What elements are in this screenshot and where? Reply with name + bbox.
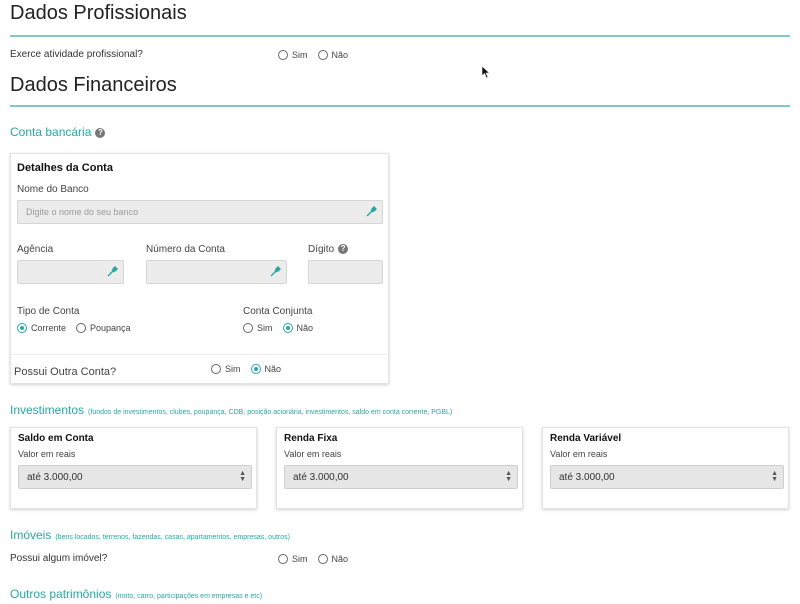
conta-bancaria-card: Detalhes da Conta Nome do Banco Digite o… <box>10 153 390 384</box>
radio-circle[interactable] <box>76 323 87 333</box>
investimento-card-saldo: Saldo em Conta Valor em reais até 3.000,… <box>10 427 257 509</box>
card-title-renda-variavel: Renda Variável <box>550 433 622 444</box>
radio-conjunta-nao[interactable]: Não <box>282 323 313 333</box>
label-valor: Valor em reais <box>550 449 608 459</box>
radio-circle[interactable] <box>278 554 288 564</box>
radio-outra-nao[interactable]: Não <box>250 364 281 374</box>
investimento-card-renda-fixa: Renda Fixa Valor em reais até 3.000,00 ▲… <box>276 427 523 509</box>
select-arrows-icon: ▲ ▼ <box>239 470 246 483</box>
label-tipo-conta: Tipo de Conta <box>17 306 80 317</box>
radio-corrente[interactable]: Corrente <box>17 323 66 333</box>
help-icon[interactable]: ? <box>95 128 106 138</box>
conta-bancaria-title: Conta bancária? <box>10 125 106 139</box>
radio-circle[interactable] <box>317 554 328 564</box>
eyedropper-icon[interactable] <box>106 266 118 278</box>
digito-input[interactable] <box>308 260 383 284</box>
label-agencia: Agência <box>17 244 54 255</box>
radio-circle[interactable] <box>317 50 328 60</box>
label-valor: Valor em reais <box>18 449 76 459</box>
section-divider <box>10 35 790 37</box>
select-arrows-icon: ▲ ▼ <box>771 470 778 483</box>
banco-input[interactable]: Digite o nome do seu banco <box>17 200 383 224</box>
radio-poupanca[interactable]: Poupança <box>76 323 131 333</box>
label-outra-conta: Possui Outra Conta? <box>14 366 117 378</box>
label-digito: Dígito? <box>308 244 349 255</box>
select-arrows-icon: ▲ ▼ <box>505 470 512 483</box>
agencia-input[interactable] <box>17 260 124 284</box>
investimentos-title: Investimentos (fundos de investimentos, c… <box>10 403 453 417</box>
radio-circle-selected[interactable] <box>17 323 27 333</box>
help-icon[interactable]: ? <box>338 244 349 254</box>
radio-circle-selected[interactable] <box>250 364 261 374</box>
label-valor: Valor em reais <box>284 449 342 459</box>
question-imovel: Possui algum imóvel? <box>10 553 108 564</box>
numero-conta-input[interactable] <box>146 260 287 284</box>
radio-group-atividade: Sim Não <box>278 50 358 60</box>
radio-circle[interactable] <box>278 50 288 60</box>
radio-outra-sim[interactable]: Sim <box>211 364 241 374</box>
label-conta-conjunta: Conta Conjunta <box>243 306 313 317</box>
section-title-financeiros: Dados Financeiros <box>10 74 177 96</box>
card-title-detalhes: Detalhes da Conta <box>17 162 113 174</box>
mouse-cursor-icon <box>481 65 491 79</box>
radio-atividade-sim[interactable]: Sim <box>278 50 308 60</box>
renda-variavel-select[interactable]: até 3.000,00 ▲ ▼ <box>550 465 784 489</box>
label-nome-banco: Nome do Banco <box>17 184 89 195</box>
radio-group-conta-conjunta: Sim Não <box>243 323 323 333</box>
outros-patrimonios-title: Outros patrimônios (moto, carro, particip… <box>10 587 263 601</box>
eyedropper-icon[interactable] <box>365 206 377 218</box>
radio-circle[interactable] <box>243 323 253 333</box>
radio-atividade-nao[interactable]: Não <box>317 50 348 60</box>
radio-conjunta-sim[interactable]: Sim <box>243 323 273 333</box>
eyedropper-icon[interactable] <box>269 266 281 278</box>
question-atividade-profissional: Exerce atividade profissional? <box>10 49 143 60</box>
section-divider <box>10 105 790 107</box>
card-title-saldo: Saldo em Conta <box>18 433 94 444</box>
saldo-select[interactable]: até 3.000,00 ▲ ▼ <box>18 465 252 489</box>
card-title-renda-fixa: Renda Fixa <box>284 433 338 444</box>
section-title-profissionais: Dados Profissionais <box>10 2 187 24</box>
investimento-card-renda-variavel: Renda Variável Valor em reais até 3.000,… <box>542 427 789 509</box>
renda-fixa-select[interactable]: até 3.000,00 ▲ ▼ <box>284 465 518 489</box>
radio-group-outra-conta: Sim Não <box>211 364 291 374</box>
card-divider <box>11 354 390 355</box>
radio-group-imovel: Sim Não <box>278 554 358 564</box>
radio-circle[interactable] <box>211 364 221 374</box>
radio-circle-selected[interactable] <box>282 323 293 333</box>
radio-group-tipo-conta: Corrente Poupança <box>17 323 141 333</box>
label-numero-conta: Número da Conta <box>146 244 225 255</box>
radio-imovel-sim[interactable]: Sim <box>278 554 308 564</box>
imoveis-title: Imóveis (bens locados, terrenos, fazendas… <box>10 528 290 542</box>
radio-imovel-nao[interactable]: Não <box>317 554 348 564</box>
